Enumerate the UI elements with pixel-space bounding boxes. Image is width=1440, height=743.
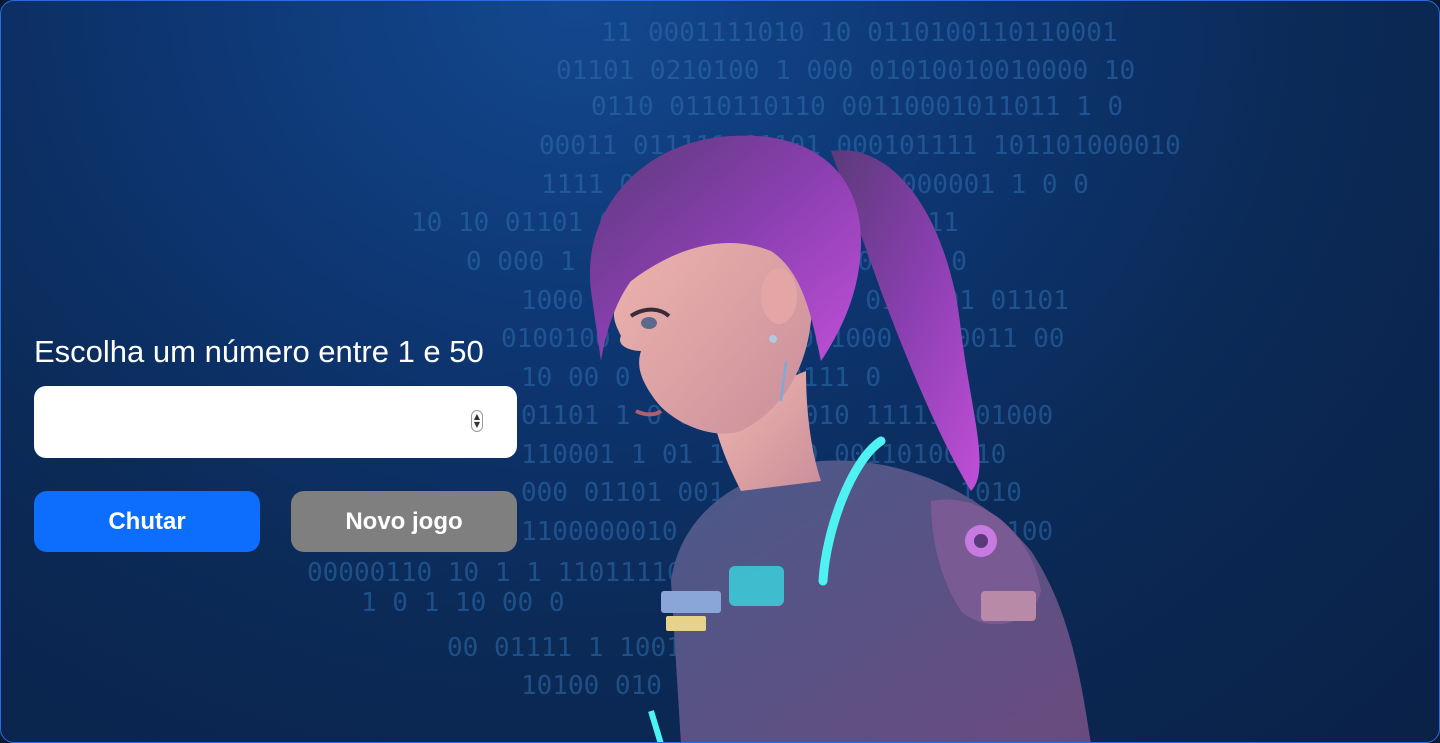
spinner-down-icon[interactable]: ▼ [474, 421, 480, 429]
binary-line: 11 0001111010 10 0110100110110001 [601, 18, 1118, 48]
number-spinner[interactable]: ▲ ▼ [471, 410, 483, 432]
guess-input[interactable] [34, 386, 517, 458]
astronaut-girl-illustration [589, 135, 1091, 742]
guess-number-field[interactable]: ▲ ▼ [34, 386, 517, 458]
guess-form: Escolha um número entre 1 e 50 ▲ ▼ Chuta… [34, 331, 517, 552]
binary-line: 01101 0210100 1 000 01010010010000 10 [556, 56, 1135, 86]
new-game-button[interactable]: Novo jogo [291, 491, 517, 552]
action-buttons: Chutar Novo jogo [34, 491, 517, 552]
game-screen: 11 0001111010 10 0110100110110001 01101 … [0, 0, 1440, 743]
binary-line: 1 0 1 10 00 0 [361, 588, 565, 618]
guess-button[interactable]: Chutar [34, 491, 260, 552]
game-instructions: Escolha um número entre 1 e 50 [34, 334, 484, 369]
